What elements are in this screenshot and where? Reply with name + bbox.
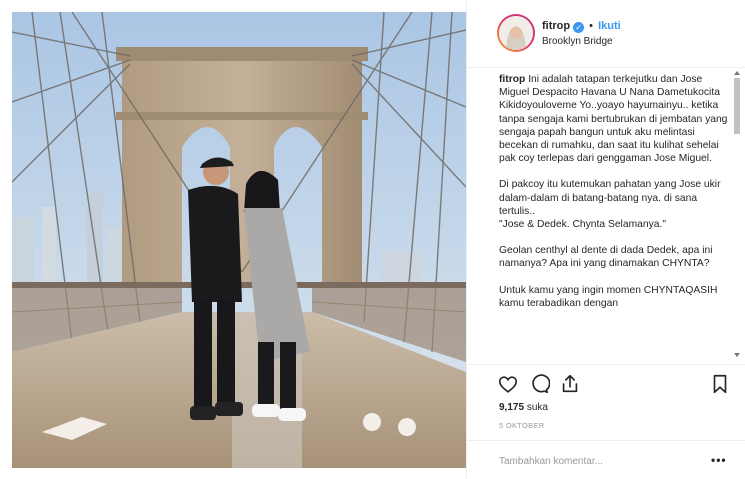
verified-badge-icon: ✓ <box>573 22 585 33</box>
avatar-story-ring[interactable] <box>497 14 535 52</box>
scroll-up-arrow-icon[interactable] <box>734 71 740 75</box>
post-photo[interactable] <box>12 12 466 468</box>
likes-label: suka <box>526 402 548 413</box>
post-header: fitrop ✓ • Ikuti Brooklyn Bridge <box>467 0 745 68</box>
bookmark-icon[interactable] <box>709 373 731 395</box>
caption-paragraph: "Jose & Dedek. Chynta Selamanya." <box>499 219 666 231</box>
heart-icon[interactable] <box>497 373 519 395</box>
bridge-photo-illustration <box>12 12 466 468</box>
share-icon[interactable] <box>559 373 581 395</box>
comment-input[interactable] <box>499 453 699 469</box>
follow-button[interactable]: Ikuti <box>598 20 621 32</box>
caption-username[interactable]: fitrop <box>499 74 525 85</box>
avatar[interactable] <box>499 16 533 50</box>
header-user-line: fitrop ✓ • Ikuti <box>542 20 621 33</box>
caption-scrollbar[interactable] <box>733 69 741 363</box>
caption-scroll-area[interactable]: fitrop Ini adalah tatapan terkejutku dan… <box>467 69 745 363</box>
location-link[interactable]: Brooklyn Bridge <box>542 36 613 47</box>
post-caption: fitrop Ini adalah tatapan terkejutku dan… <box>499 73 731 323</box>
post-date[interactable]: 5 OKTOBER <box>499 421 545 430</box>
comment-icon[interactable] <box>528 373 550 395</box>
separator-dot: • <box>589 20 594 32</box>
scroll-thumb[interactable] <box>734 78 740 134</box>
more-options-icon[interactable]: ••• <box>711 453 727 467</box>
caption-paragraph: Di pakcoy itu kutemukan pahatan yang Jos… <box>499 179 721 217</box>
post-actions <box>467 364 745 400</box>
username-link[interactable]: fitrop <box>542 20 570 32</box>
caption-paragraph: fitrop Ini adalah tatapan terkejutku dan… <box>499 73 731 165</box>
post-side-panel: fitrop ✓ • Ikuti Brooklyn Bridge fitrop I… <box>466 0 745 479</box>
caption-text: Ini adalah tatapan terkejutku dan Jose M… <box>499 74 728 165</box>
likes-count[interactable]: 9,175 suka <box>499 402 548 413</box>
comment-bar: ••• <box>467 440 745 479</box>
instagram-post: fitrop ✓ • Ikuti Brooklyn Bridge fitrop I… <box>0 0 745 479</box>
caption-paragraph: Geolan centhyl al dente di dada Dedek, a… <box>499 245 713 270</box>
caption-paragraph: Untuk kamu yang ingin momen CHYNTAQASIH … <box>499 284 718 309</box>
scroll-down-arrow-icon[interactable] <box>734 353 740 357</box>
likes-number: 9,175 <box>499 402 525 413</box>
